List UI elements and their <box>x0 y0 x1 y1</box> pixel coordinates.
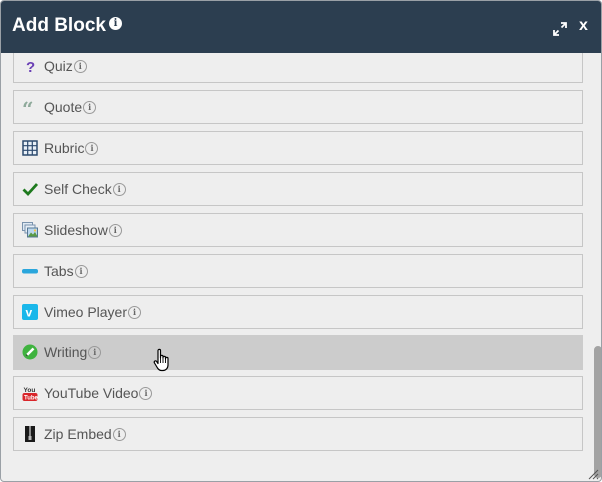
info-icon[interactable]: i <box>88 346 102 359</box>
scrollbar-thumb[interactable] <box>594 346 601 478</box>
resize-grip-icon[interactable] <box>587 468 599 480</box>
block-label: Slideshow <box>44 222 108 238</box>
grid-icon <box>22 140 38 156</box>
block-item-rubric[interactable]: Rubric i <box>13 131 583 165</box>
block-item-zip-embed[interactable]: Zip Embed i <box>13 417 583 451</box>
block-label: Vimeo Player <box>44 304 128 320</box>
dialog-titlebar: Add Block i x <box>1 1 601 53</box>
info-icon[interactable]: i <box>73 60 87 73</box>
block-label: Zip Embed <box>44 426 112 442</box>
svg-text:“: “ <box>22 99 34 115</box>
block-item-quiz[interactable]: ? Quiz i <box>13 53 583 83</box>
zip-icon <box>25 426 35 442</box>
slideshow-icon <box>22 222 38 238</box>
block-list: ? Quizi “ Quotei Rubrici Self Checki <box>1 53 601 481</box>
block-label: YouTube Video <box>44 385 139 401</box>
block-item-vimeo-player[interactable]: v Vimeo Player i <box>13 295 583 329</box>
block-item-self-check[interactable]: Self Check i <box>13 172 583 206</box>
svg-text:v: v <box>26 306 33 320</box>
svg-text:Tube: Tube <box>24 396 38 402</box>
add-block-dialog: Add Block i x ? Quiz i “ Quote i Rubric i <box>0 0 602 482</box>
info-icon[interactable]: i <box>108 224 122 237</box>
title-info-icon[interactable]: i <box>109 17 122 30</box>
block-item-writing[interactable]: Writing i <box>13 335 583 370</box>
svg-text:You: You <box>24 387 36 394</box>
close-button[interactable]: x <box>579 17 588 35</box>
youtube-icon: You Tube <box>22 387 38 402</box>
tabs-icon <box>22 269 38 274</box>
info-icon[interactable]: i <box>83 101 97 114</box>
block-item-youtube-video[interactable]: You Tube YouTube Video i <box>13 376 583 410</box>
info-icon[interactable]: i <box>112 428 126 441</box>
info-icon[interactable]: i <box>139 387 153 400</box>
block-item-tabs[interactable]: Tabs i <box>13 254 583 288</box>
block-label: Quote <box>44 99 83 115</box>
info-icon[interactable]: i <box>112 183 126 196</box>
block-label: Self Check <box>44 181 112 197</box>
dialog-title: Add Block <box>12 15 106 36</box>
info-icon[interactable]: i <box>85 142 99 155</box>
block-label: Tabs <box>44 263 74 279</box>
block-label: Writing <box>44 344 88 360</box>
vimeo-icon: v <box>22 304 38 320</box>
svg-text:?: ? <box>26 59 35 74</box>
info-icon[interactable]: i <box>74 265 88 278</box>
block-item-slideshow[interactable]: Slideshow i <box>13 213 583 247</box>
checkmark-icon <box>22 183 38 197</box>
info-icon[interactable]: i <box>128 306 142 319</box>
pencil-icon <box>22 344 38 360</box>
quote-icon: “ <box>22 99 34 115</box>
expand-icon[interactable] <box>552 21 568 37</box>
block-item-quote[interactable]: “ Quote i <box>13 90 583 124</box>
block-label: Rubric <box>44 140 85 156</box>
question-icon: ? <box>26 59 35 74</box>
block-label: Quiz <box>44 58 73 74</box>
